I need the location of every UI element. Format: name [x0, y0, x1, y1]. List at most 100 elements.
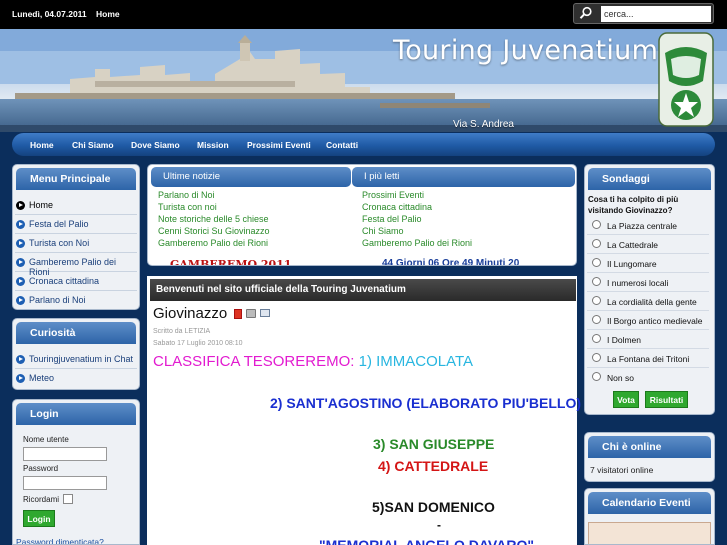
latest-news-link[interactable]: Parlano di Noi [158, 190, 215, 200]
latest-news-link[interactable]: Cenni Storici Su Giovinazzo [158, 226, 270, 236]
poll-option-label: Il Lungomare [607, 259, 657, 269]
menu-item-home[interactable]: Home [15, 196, 137, 215]
nav-prossimi-eventi[interactable]: Prossimi Eventi [247, 140, 311, 150]
most-read-title: I più letti [352, 167, 575, 187]
pdf-icon[interactable] [234, 309, 242, 319]
remember-checkbox[interactable] [63, 494, 73, 504]
calendar-widget[interactable] [588, 522, 711, 544]
search-icon[interactable] [579, 6, 593, 20]
nav-contatti[interactable]: Contatti [326, 140, 358, 150]
results-button[interactable]: Risultati [645, 391, 688, 408]
main-navigation: Home Chi Siamo Dove Siamo Mission Prossi… [12, 133, 715, 156]
main-navigation-bar: Home Chi Siamo Dove Siamo Mission Prossi… [0, 132, 727, 158]
poll-option[interactable]: La Fontana dei Tritoni [587, 350, 709, 368]
latest-news-link[interactable]: Note storiche delle 5 chiese [158, 214, 269, 224]
poll-option[interactable]: La cordialità della gente [587, 293, 709, 311]
menu-item-meteo[interactable]: Meteo [15, 369, 137, 388]
poll-option[interactable]: Il Borgo antico medievale [587, 312, 709, 330]
poll-title: Sondaggi [588, 168, 711, 190]
poll-question: Cosa ti ha colpito di più visitando Giov… [588, 195, 679, 215]
arrow-bullet-icon [16, 277, 25, 286]
welcome-banner: Benvenuti nel sito ufficiale della Touri… [150, 279, 576, 301]
ranking-line-1: CLASSIFICA TESOREREMO: 1) IMMACOLATA [153, 353, 473, 370]
poll-option-label: I Dolmen [607, 335, 642, 345]
most-read-link[interactable]: Cronaca cittadina [362, 202, 432, 212]
top-home-link[interactable]: Home [96, 9, 120, 19]
ranking-first: 1) IMMACOLATA [358, 353, 474, 370]
menu-item-gamberemo[interactable]: Gamberemo Palio dei Rioni [15, 253, 137, 277]
poll-option[interactable]: Il Lungomare [587, 255, 709, 273]
email-icon[interactable] [260, 309, 270, 317]
news-panel: Ultime notizie I più letti Parlano di No… [147, 164, 577, 266]
site-header: Touring Juvenatium Via S. Andrea [0, 29, 727, 132]
poll-option-label: I numerosi locali [607, 278, 669, 288]
vote-button[interactable]: Vota [613, 391, 639, 408]
poll-option[interactable]: I Dolmen [587, 331, 709, 349]
separator-dash: - [437, 518, 441, 532]
forgot-password-link[interactable]: Password dimenticata? [16, 537, 104, 544]
login-button[interactable]: Login [23, 510, 55, 527]
radio-button[interactable] [592, 239, 601, 248]
most-read-link[interactable]: Festa del Palio [362, 214, 422, 224]
main-menu-title: Menu Principale [16, 168, 136, 190]
countdown-ticker: GAMBEREMO 2011 44 Giorni 06 Ore 49 Minut… [148, 256, 576, 265]
radio-button[interactable] [592, 258, 601, 267]
menu-item-turista-con-noi[interactable]: Turista con Noi [15, 234, 137, 253]
latest-news-title: Ultime notizie [151, 167, 351, 187]
nav-dove-siamo[interactable]: Dove Siamo [131, 140, 180, 150]
arrow-bullet-icon [16, 296, 25, 305]
site-title: Touring Juvenatium [393, 35, 659, 66]
poll-option-label: La Piazza centrale [607, 221, 677, 231]
arrow-bullet-icon [16, 201, 25, 210]
print-icon[interactable] [246, 309, 256, 318]
menu-item-cronaca-cittadina[interactable]: Cronaca cittadina [15, 272, 137, 291]
poll-option-label: Il Borgo antico medievale [607, 316, 703, 326]
radio-button[interactable] [592, 220, 601, 229]
poll-option[interactable]: I numerosi locali [587, 274, 709, 292]
login-title: Login [16, 403, 136, 425]
memorial-title: "MEMORIAL ANGELO DAVARO" [319, 537, 534, 545]
radio-button[interactable] [592, 353, 601, 362]
most-read-link[interactable]: Gamberemo Palio dei Rioni [362, 238, 472, 248]
poll-option[interactable]: La Cattedrale [587, 236, 709, 254]
poll-option[interactable]: Non so [587, 369, 709, 387]
current-date: Lunedì, 04.07.2011 [12, 9, 87, 19]
nav-chi-siamo[interactable]: Chi Siamo [72, 140, 114, 150]
club-crest-logo[interactable] [657, 31, 715, 128]
radio-button[interactable] [592, 372, 601, 381]
username-input[interactable] [23, 447, 107, 461]
menu-item-parlano-di-noi[interactable]: Parlano di Noi [15, 291, 137, 309]
menu-item-label: Touringjuvenatium in Chat [29, 354, 134, 364]
radio-button[interactable] [592, 334, 601, 343]
poll-option-label: La cordialità della gente [607, 297, 697, 307]
menu-item-festa-del-palio[interactable]: Festa del Palio [15, 215, 137, 234]
username-label: Nome utente [23, 435, 69, 444]
arrow-bullet-icon [16, 258, 25, 267]
poll-option-label: La Cattedrale [607, 240, 659, 250]
most-read-link[interactable]: Prossimi Eventi [362, 190, 424, 200]
search-input[interactable] [601, 6, 711, 22]
poll-option-label: Non so [607, 373, 634, 383]
latest-news-link[interactable]: Gamberemo Palio dei Rioni [158, 238, 268, 248]
nav-home[interactable]: Home [30, 140, 54, 150]
curiosita-panel: Curiosità Touringjuvenatium in Chat Mete… [12, 318, 140, 390]
latest-news-link[interactable]: Turista con noi [158, 202, 217, 212]
most-read-link[interactable]: Chi Siamo [362, 226, 404, 236]
menu-item-chat[interactable]: Touringjuvenatium in Chat [15, 350, 137, 369]
article-author: Scritto da LETIZIA [153, 328, 211, 335]
radio-button[interactable] [592, 315, 601, 324]
menu-item-label: Festa del Palio [29, 219, 89, 229]
article-date: Sabato 17 Luglio 2010 08:10 [153, 340, 243, 347]
ranking-third: 3) SAN GIUSEPPE [373, 436, 495, 452]
nav-mission[interactable]: Mission [197, 140, 229, 150]
menu-item-label: Home [29, 200, 54, 210]
poll-option[interactable]: La Piazza centrale [587, 217, 709, 235]
login-panel: Login Nome utente Password Ricordami Log… [12, 399, 140, 545]
poll-option-label: La Fontana dei Tritoni [607, 354, 690, 364]
radio-button[interactable] [592, 296, 601, 305]
poll-panel: Sondaggi Cosa ti ha colpito di più visit… [584, 164, 715, 415]
radio-button[interactable] [592, 277, 601, 286]
ranking-fourth: 4) CATTEDRALE [378, 458, 489, 474]
article-title[interactable]: Giovinazzo [153, 305, 227, 322]
password-input[interactable] [23, 476, 107, 490]
